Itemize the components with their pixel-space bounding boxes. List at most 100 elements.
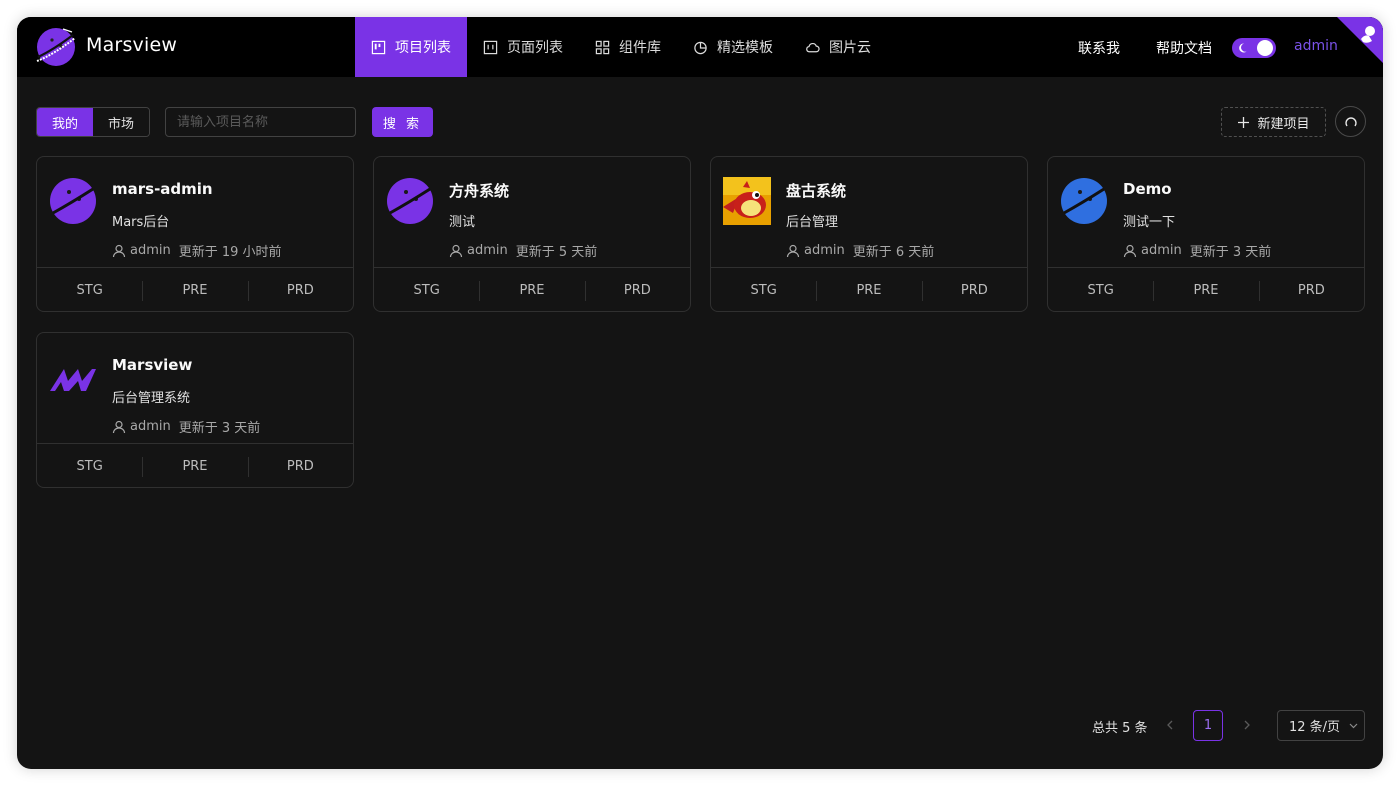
env-prd[interactable]: PRD [1258,281,1364,301]
env-prd[interactable]: PRD [247,457,353,477]
nav-label: 页面列表 [507,40,563,56]
user-name[interactable]: admin [1294,38,1338,54]
project-owner: admin [130,243,171,258]
env-pre[interactable]: PRE [479,281,584,301]
env-stg[interactable]: STG [374,283,479,298]
env-prd[interactable]: PRD [584,281,690,301]
app-window: Marsview 项目列表 页面列表 组件库 精选模板 图片云 联系我 帮助文档… [17,17,1383,769]
refresh-button[interactable] [1335,106,1366,137]
project-meta: admin 更新于 6 天前 [786,241,934,260]
project-desc: 测试一下 [1123,215,1176,230]
env-bar: STG PRE PRD [1048,267,1364,311]
nav-item-templates[interactable]: 精选模板 [677,17,789,77]
env-prd[interactable]: PRD [921,281,1027,301]
cartoon-bird-icon [723,177,771,225]
search-button[interactable]: 搜 索 [372,107,433,137]
tab-market[interactable]: 市场 [93,108,149,136]
plus-icon [1238,116,1250,128]
project-owner: admin [467,243,508,258]
nav-label: 精选模板 [717,40,773,56]
theme-toggle[interactable] [1232,38,1276,58]
toggle-knob [1257,40,1273,56]
env-bar: STG PRE PRD [711,267,1027,311]
moon-icon [1239,43,1247,53]
env-stg[interactable]: STG [1048,283,1153,298]
project-title: Marsview [112,356,193,374]
project-desc: 后台管理 [786,215,839,230]
env-pre[interactable]: PRE [816,281,921,301]
tab-mine[interactable]: 我的 [37,108,93,136]
page-size-select[interactable]: 12 条/页 [1277,710,1365,741]
project-title: Demo [1123,180,1172,198]
nav-item-projects[interactable]: 项目列表 [355,17,467,77]
env-bar: STG PRE PRD [374,267,690,311]
project-card[interactable]: 方舟系统 测试 admin 更新于 5 天前 STG PRE PRD [373,156,691,312]
help-docs-link[interactable]: 帮助文档 [1156,38,1212,58]
user-icon [449,244,463,257]
chevron-left-icon[interactable] [1163,718,1177,732]
project-desc: Mars后台 [112,215,170,230]
nav-item-pages[interactable]: 页面列表 [467,17,579,77]
purple-planet-icon [387,178,433,224]
nav-label: 组件库 [619,40,661,56]
blue-planet-icon [1061,178,1107,224]
project-owner: admin [130,419,171,434]
pagination-total: 总共 5 条 [1092,721,1148,736]
page-size-value: 12 条/页 [1289,720,1341,735]
purple-planet-icon [50,178,96,224]
project-meta: admin 更新于 19 小时前 [112,241,282,260]
marsview-m-logo-icon [50,369,96,391]
top-header: Marsview 项目列表 页面列表 组件库 精选模板 图片云 联系我 帮助文档… [17,17,1383,77]
env-bar: STG PRE PRD [37,267,353,311]
project-card[interactable]: mars-admin Mars后台 admin 更新于 19 小时前 STG P… [36,156,354,312]
project-updated: 更新于 3 天前 [178,421,261,436]
page-icon [483,40,498,54]
project-search-input[interactable] [165,107,356,137]
new-project-button[interactable]: 新建项目 [1221,107,1326,137]
nav-item-components[interactable]: 组件库 [579,17,677,77]
env-stg[interactable]: STG [711,283,816,298]
nav-label: 图片云 [829,40,871,56]
project-desc: 后台管理系统 [112,391,191,406]
user-icon [112,244,126,257]
marsview-logo-icon[interactable] [35,26,77,68]
project-owner: admin [804,243,845,258]
project-card[interactable]: Demo 测试一下 admin 更新于 3 天前 STG PRE PRD [1047,156,1365,312]
user-icon [112,420,126,433]
env-bar: STG PRE PRD [37,443,353,487]
env-stg[interactable]: STG [37,459,142,474]
chevron-right-icon[interactable] [1240,718,1254,732]
refresh-icon [1344,116,1357,126]
project-owner: admin [1141,243,1182,258]
nav-label: 项目列表 [395,40,451,56]
project-updated: 更新于 3 天前 [1189,245,1272,260]
github-corner-icon[interactable] [1337,17,1383,63]
project-card[interactable]: 盘古系统 后台管理 admin 更新于 6 天前 STG PRE PRD [710,156,1028,312]
page-number-current[interactable]: 1 [1193,710,1223,741]
scope-switch: 我的 市场 [36,107,150,137]
env-pre[interactable]: PRE [1153,281,1258,301]
env-prd[interactable]: PRD [247,281,353,301]
env-pre[interactable]: PRE [142,457,247,477]
new-project-label: 新建项目 [1257,116,1310,132]
user-icon [786,244,800,257]
project-meta: admin 更新于 5 天前 [449,241,597,260]
project-meta: admin 更新于 3 天前 [1123,241,1271,260]
project-updated: 更新于 5 天前 [515,245,598,260]
project-updated: 更新于 19 小时前 [178,245,282,260]
pie-chart-icon [694,41,707,54]
chevron-down-icon [1349,723,1358,729]
project-card[interactable]: Marsview 后台管理系统 admin 更新于 3 天前 STG PRE P… [36,332,354,488]
kanban-icon [371,40,386,54]
project-title: 盘古系统 [786,182,847,200]
user-icon [1123,244,1137,257]
contact-link[interactable]: 联系我 [1078,38,1120,58]
project-meta: admin 更新于 3 天前 [112,417,260,436]
project-title: 方舟系统 [449,182,510,200]
env-stg[interactable]: STG [37,283,142,298]
project-desc: 测试 [449,215,476,230]
nav-item-image-cloud[interactable]: 图片云 [789,17,887,77]
env-pre[interactable]: PRE [142,281,247,301]
grid-icon [595,40,610,54]
project-updated: 更新于 6 天前 [852,245,935,260]
